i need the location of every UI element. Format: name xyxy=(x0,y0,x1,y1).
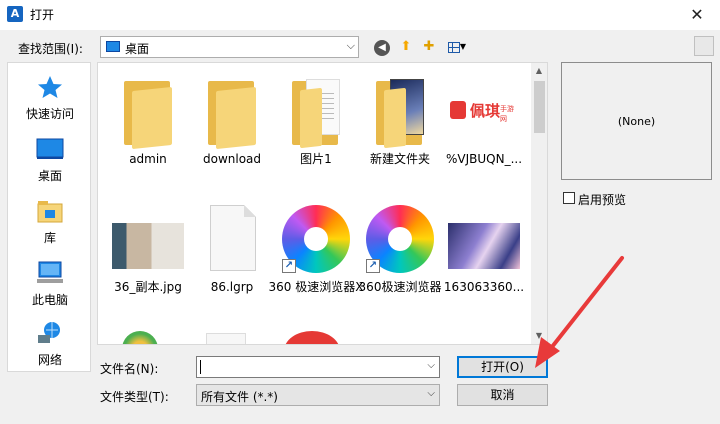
close-button[interactable]: ✕ xyxy=(674,0,720,30)
file-name: 86.lgrp xyxy=(210,280,254,294)
logo-subtext: 手游网 xyxy=(500,105,514,123)
view-menu-button[interactable]: ▼ xyxy=(443,38,471,56)
vertical-scrollbar[interactable]: ▲ ▼ xyxy=(531,63,547,344)
app-icon: A xyxy=(7,6,23,22)
network-icon xyxy=(38,322,60,343)
enable-preview-checkbox[interactable] xyxy=(563,192,575,204)
file-type-value: 所有文件 (*.*) xyxy=(201,390,278,404)
new-folder-button[interactable]: ✚ xyxy=(419,38,439,56)
folder-with-photo-icon xyxy=(364,75,436,149)
partial-item-icon xyxy=(206,333,246,344)
file-item-logo-image[interactable]: 佩琪 手游网 %VJBUQN_... xyxy=(442,63,526,175)
file-name: 163063360... xyxy=(443,280,525,294)
image-thumbnail: 佩琪 手游网 xyxy=(448,75,520,147)
image-thumbnail xyxy=(112,203,184,275)
file-item-360-browser[interactable]: ↗ 360极速浏览器 xyxy=(358,191,442,303)
file-name: %VJBUQN_... xyxy=(445,152,523,166)
folder-up-icon: ⬆ xyxy=(400,39,412,54)
file-type-dropdown[interactable]: 所有文件 (*.*) ⌵ xyxy=(196,384,440,406)
cancel-button[interactable]: 取消 xyxy=(457,384,548,406)
file-name: 360 极速浏览器X xyxy=(268,280,364,294)
computer-icon xyxy=(37,261,63,283)
folder-icon xyxy=(112,75,184,150)
file-item-360-browser-x[interactable]: ↗ 360 极速浏览器X xyxy=(269,191,363,303)
place-desktop[interactable]: 桌面 xyxy=(8,129,92,189)
title-bar xyxy=(0,0,720,30)
place-library[interactable]: 库 xyxy=(8,191,92,251)
browser-swirl-icon: ↗ xyxy=(364,203,436,275)
file-item-lgrp[interactable]: 86.lgrp xyxy=(190,191,274,303)
scroll-up-icon[interactable]: ▲ xyxy=(531,63,547,79)
shortcut-arrow-icon: ↗ xyxy=(366,259,380,273)
file-item-anime-image[interactable]: 163063360... xyxy=(442,191,526,303)
file-name: 36_副本.jpg xyxy=(114,280,182,294)
window-title: 打开 xyxy=(30,8,55,22)
place-network[interactable]: 网络 xyxy=(8,313,92,373)
image-thumbnail xyxy=(448,203,520,275)
preview-pane: (None) xyxy=(561,62,712,180)
place-label: 此电脑 xyxy=(31,293,68,307)
place-label: 桌面 xyxy=(37,169,62,183)
desktop-icon xyxy=(36,138,64,159)
file-type-label: 文件类型(T): xyxy=(100,390,169,404)
file-item-download[interactable]: download xyxy=(190,63,274,175)
look-in-value: 桌面 xyxy=(125,42,150,56)
open-button[interactable]: 打开(O) xyxy=(457,356,548,378)
file-name: download xyxy=(202,152,262,166)
file-list[interactable]: admin download 图片1 新建文件夹 佩琪 手游网 %VJBUQN_… xyxy=(97,62,548,345)
file-item-picture1[interactable]: 图片1 xyxy=(274,63,358,175)
place-label: 网络 xyxy=(37,353,62,367)
file-name-input[interactable]: ⌵ xyxy=(196,356,440,378)
place-this-pc[interactable]: 此电脑 xyxy=(8,253,92,313)
browser-swirl-icon: ↗ xyxy=(280,203,352,275)
shortcut-arrow-icon: ↗ xyxy=(282,259,296,273)
up-one-level-button[interactable]: ⬆ xyxy=(396,38,416,56)
caret-down-icon: ▼ xyxy=(459,42,467,51)
scroll-thumb[interactable] xyxy=(534,81,545,133)
place-quick-access[interactable]: 快速访问 xyxy=(8,67,92,127)
chevron-down-icon: ⌵ xyxy=(427,388,435,399)
chevron-down-icon[interactable]: ⌵ xyxy=(427,360,435,371)
logo-text: 佩琪 xyxy=(470,102,501,120)
chevron-down-icon: ⌵ xyxy=(346,39,355,52)
file-item-new-folder[interactable]: 新建文件夹 xyxy=(358,63,442,175)
new-folder-icon: ✚ xyxy=(423,39,435,54)
look-in-dropdown[interactable]: 桌面 ⌵ xyxy=(100,36,359,58)
desktop-folder-icon xyxy=(106,41,120,52)
star-icon xyxy=(38,76,62,98)
scroll-down-icon[interactable]: ▼ xyxy=(531,328,547,344)
text-cursor xyxy=(200,360,201,374)
preview-none-text: (None) xyxy=(617,115,656,128)
file-name: admin xyxy=(129,152,167,166)
blank-file-icon xyxy=(196,203,268,275)
place-label: 快速访问 xyxy=(25,107,74,121)
preview-toggle-button[interactable] xyxy=(694,36,714,56)
partial-item-icon xyxy=(284,331,340,344)
folder-with-document-icon xyxy=(280,75,352,149)
place-label: 库 xyxy=(43,231,56,245)
view-grid-icon xyxy=(447,41,460,53)
partial-item-icon xyxy=(122,331,158,344)
places-bar: 快速访问 桌面 库 此电脑 网络 xyxy=(7,62,91,372)
file-item-admin[interactable]: admin xyxy=(106,63,190,175)
folder-icon xyxy=(196,75,268,150)
back-button[interactable]: ◀ xyxy=(372,38,392,56)
file-name-label: 文件名(N): xyxy=(100,362,159,376)
back-arrow-icon: ◀ xyxy=(374,40,390,56)
file-item-jpg[interactable]: 36_副本.jpg xyxy=(106,191,190,303)
file-name: 360极速浏览器 xyxy=(358,280,442,294)
enable-preview-label: 启用预览 xyxy=(578,193,627,207)
look-in-label: 查找范围(I): xyxy=(18,42,83,56)
file-name: 图片1 xyxy=(300,152,332,166)
file-name: 新建文件夹 xyxy=(369,152,430,166)
library-icon xyxy=(37,201,63,223)
